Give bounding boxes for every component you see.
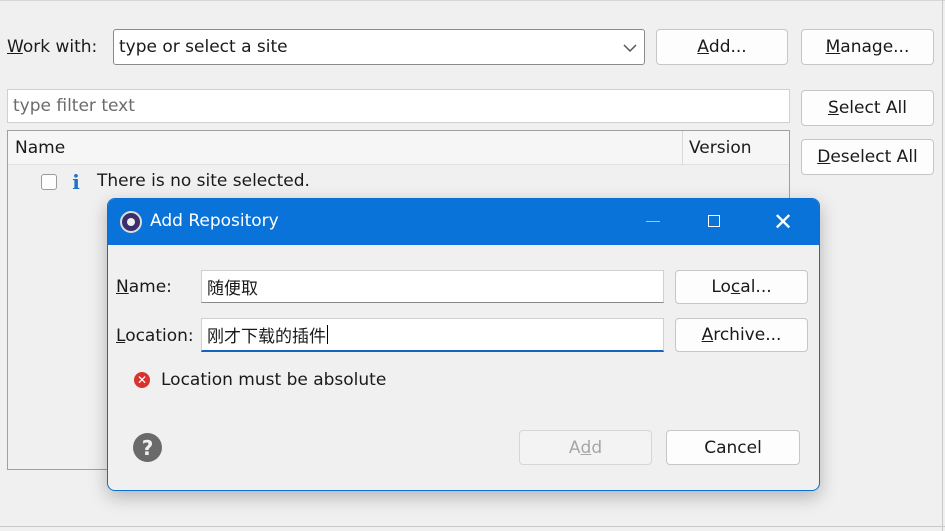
filter-placeholder: type filter text xyxy=(13,96,135,116)
work-with-combo[interactable]: type or select a site xyxy=(113,29,645,65)
table-header: Name Version xyxy=(8,131,789,165)
chevron-down-icon[interactable] xyxy=(623,43,637,53)
eclipse-app-icon xyxy=(120,211,142,233)
local-button[interactable]: Lo c al... xyxy=(675,270,808,304)
dialog-add-button[interactable]: Add xyxy=(519,430,652,465)
error-icon: ✕ xyxy=(134,372,150,388)
location-field[interactable]: 刚才下载的插件 xyxy=(201,318,664,352)
minimize-button[interactable] xyxy=(630,199,676,245)
select-all-button[interactable]: Select All xyxy=(801,90,934,126)
help-icon[interactable]: ? xyxy=(133,433,162,462)
manage-sites-button[interactable]: Manage... xyxy=(801,29,934,65)
location-field-value: 刚才下载的插件 xyxy=(207,327,326,347)
dialog-title: Add Repository xyxy=(150,211,279,231)
filter-input[interactable]: type filter text xyxy=(7,89,790,123)
info-icon: i xyxy=(72,170,80,194)
work-with-combo-text: type or select a site xyxy=(119,37,288,57)
top-divider xyxy=(0,0,945,1)
add-site-button[interactable]: Add... xyxy=(656,29,788,65)
row-checkbox[interactable] xyxy=(41,174,57,190)
close-icon[interactable]: ✕ xyxy=(760,199,806,245)
text-caret xyxy=(327,325,328,344)
name-field[interactable]: 随便取 xyxy=(201,270,664,303)
name-label: Name: xyxy=(116,277,172,297)
cancel-button[interactable]: Cancel xyxy=(666,430,800,465)
column-header-version[interactable]: Version xyxy=(689,138,752,158)
dialog-titlebar[interactable]: Add Repository ✕ xyxy=(108,199,819,245)
archive-button[interactable]: Archive... xyxy=(675,318,808,352)
error-message: Location must be absolute xyxy=(161,370,387,390)
bottom-divider xyxy=(0,526,945,527)
column-header-name[interactable]: Name xyxy=(15,138,65,158)
column-separator[interactable] xyxy=(682,131,683,165)
maximize-button[interactable] xyxy=(692,199,738,245)
add-repository-dialog: Add Repository ✕ Name: 随便取 Lo c al... Loca… xyxy=(107,198,820,491)
right-divider xyxy=(942,0,943,531)
work-with-label: Work with: xyxy=(7,37,98,57)
deselect-all-button[interactable]: Deselect All xyxy=(801,139,934,175)
table-row-text: There is no site selected. xyxy=(97,171,310,191)
name-field-value: 随便取 xyxy=(207,279,258,299)
location-label: Location: xyxy=(116,326,194,346)
